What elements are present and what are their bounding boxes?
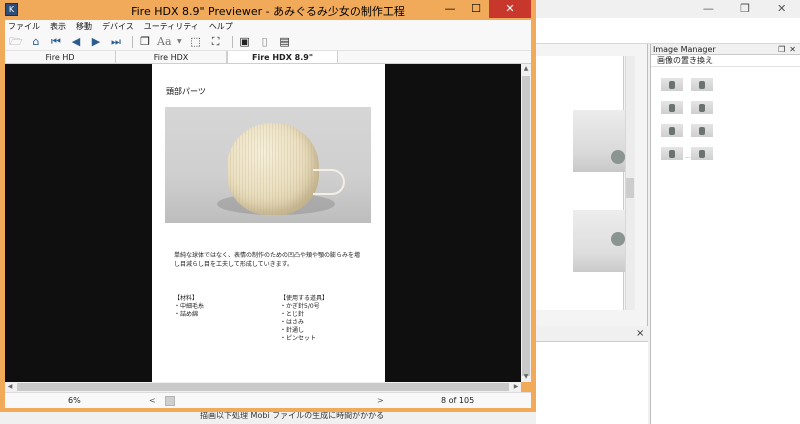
fit-page-icon[interactable]: ⬚ bbox=[188, 35, 204, 49]
restore-icon[interactable]: ❐ bbox=[778, 45, 789, 54]
device-tabs: Fire HD Fire HDX Fire HDX 8.9" bbox=[5, 51, 531, 64]
menu-go[interactable]: 移動 bbox=[76, 21, 92, 32]
scroll-down-icon[interactable]: ▼ bbox=[522, 373, 530, 381]
page-slider-thumb[interactable] bbox=[165, 396, 175, 406]
background-toolbar bbox=[536, 18, 800, 44]
chevron-down-icon[interactable]: ▼ bbox=[177, 38, 182, 45]
page-icon[interactable]: ▯ bbox=[257, 35, 273, 49]
panel-close-icon[interactable]: × bbox=[636, 328, 644, 339]
paragraph-line: し目減らし目を工夫して形成していきます。 bbox=[174, 261, 294, 268]
image-thumbnail[interactable] bbox=[691, 147, 713, 160]
list-item: ・詰め綿 bbox=[174, 311, 199, 318]
image-thumbnail[interactable] bbox=[661, 101, 683, 114]
page-next-button[interactable]: > bbox=[377, 396, 384, 405]
horizontal-scrollbar[interactable]: ◀ ▶ bbox=[5, 382, 521, 392]
next-page-icon[interactable]: ▶ bbox=[88, 35, 104, 49]
maximize-icon[interactable]: ☐ bbox=[463, 0, 489, 18]
open-folder-icon[interactable]: 🗁 bbox=[8, 35, 24, 49]
close-icon[interactable]: ✕ bbox=[489, 0, 531, 18]
toolbar-separator bbox=[231, 35, 233, 48]
status-bar: 6% < > 8 of 105 bbox=[5, 392, 531, 408]
image-manager-titlebar: Image Manager ❐✕ bbox=[651, 44, 800, 55]
close-icon[interactable]: ✕ bbox=[789, 45, 800, 54]
scroll-left-icon[interactable]: ◀ bbox=[5, 382, 15, 392]
copy-icon[interactable]: ❐ bbox=[137, 35, 153, 49]
vertical-scroll-thumb[interactable] bbox=[522, 76, 530, 376]
font-size-icon[interactable]: Aa bbox=[157, 35, 175, 48]
toolbar-separator bbox=[132, 35, 133, 48]
tab-fire-hd[interactable]: Fire HD bbox=[5, 51, 116, 63]
list-item: ・ピンセット bbox=[280, 335, 317, 342]
zoom-level: 6% bbox=[68, 396, 81, 405]
window-controls: — ☐ ✕ bbox=[437, 0, 531, 18]
list-item: ・とじ針 bbox=[280, 311, 305, 318]
amigurumi-head-photo bbox=[165, 107, 371, 223]
image-manager-panel: Image Manager ❐✕ 画像の置き換え ··· bbox=[650, 44, 800, 424]
background-photo bbox=[573, 210, 625, 272]
horizontal-scroll-thumb[interactable] bbox=[17, 383, 509, 391]
scroll-right-icon[interactable]: ▶ bbox=[511, 382, 521, 392]
background-photo bbox=[573, 110, 625, 172]
fullscreen-icon[interactable]: ⛶ bbox=[208, 35, 224, 49]
page-prev-button[interactable]: < bbox=[149, 396, 156, 405]
list-item: ・かぎ針5/0号 bbox=[280, 303, 320, 310]
book-page: 頭部パーツ 単純な球体ではなく、表情の制作のための凹凸や頬や顎の膨らみを増 し目… bbox=[152, 64, 385, 382]
tab-fire-hdx-8-9[interactable]: Fire HDX 8.9" bbox=[227, 51, 338, 63]
image-thumbnail[interactable] bbox=[691, 124, 713, 137]
previous-page-icon[interactable]: ◀ bbox=[68, 35, 84, 49]
paragraph-line: 単純な球体ではなく、表情の制作のための凹凸や頬や顎の膨らみを増 bbox=[174, 252, 361, 259]
crochet-texture bbox=[227, 123, 319, 215]
tools-heading: 【使用する道具】 bbox=[280, 295, 329, 302]
list-item: ・針通し bbox=[280, 327, 305, 334]
minimize-icon[interactable]: — bbox=[690, 0, 727, 18]
menu-file[interactable]: ファイル bbox=[8, 21, 40, 32]
title-bar[interactable]: K Fire HDX 8.9" Previewer - あみぐるみ少女の制作工程… bbox=[0, 0, 536, 20]
menu-utility[interactable]: ユーティリティ bbox=[144, 21, 199, 32]
close-icon[interactable]: ✕ bbox=[763, 0, 800, 18]
image-manager-title: Image Manager bbox=[653, 45, 716, 54]
tab-fire-hdx[interactable]: Fire HDX bbox=[116, 51, 227, 63]
last-page-icon[interactable]: ⏭ bbox=[108, 35, 124, 49]
minimize-icon[interactable]: — bbox=[437, 0, 463, 18]
image-thumbnails bbox=[661, 78, 741, 160]
materials-heading: 【材料】 bbox=[174, 295, 199, 302]
image-thumbnail[interactable] bbox=[691, 101, 713, 114]
toolbar: 🗁 ⌂ ⏮ ◀ ▶ ⏭ ❐ Aa ▼ ⬚ ⛶ ▣ ▯ ▤ bbox=[5, 33, 531, 51]
portrait-icon[interactable]: ▣ bbox=[237, 35, 253, 49]
background-lower-panel-header bbox=[536, 326, 648, 342]
menu-help[interactable]: ヘルプ bbox=[209, 21, 233, 32]
scroll-up-icon[interactable]: ▲ bbox=[522, 65, 530, 73]
home-icon[interactable]: ⌂ bbox=[28, 35, 44, 49]
page-heading: 頭部パーツ bbox=[166, 87, 206, 96]
previewer-window: K Fire HDX 8.9" Previewer - あみぐるみ少女の制作工程… bbox=[0, 0, 536, 412]
page-paragraph: 単純な球体ではなく、表情の制作のための凹凸や頬や顎の膨らみを増 し目減らし目を工… bbox=[174, 251, 372, 269]
menu-view[interactable]: 表示 bbox=[50, 21, 66, 32]
list-item: ・中細毛糸 bbox=[174, 303, 205, 310]
more-indicator: ··· bbox=[685, 155, 691, 162]
preview-viewport[interactable]: 頭部パーツ 単純な球体ではなく、表情の制作のための凹凸や頬や顎の膨らみを増 し目… bbox=[5, 64, 521, 382]
image-thumbnail[interactable] bbox=[661, 124, 683, 137]
tools-list: 【使用する道具】 ・かぎ針5/0号 ・とじ針 ・はさみ ・針通し ・ピンセット bbox=[280, 295, 370, 343]
background-window-controls: — ❐ ✕ bbox=[690, 0, 800, 18]
page-indicator: 8 of 105 bbox=[441, 396, 475, 405]
menu-bar: ファイル 表示 移動 デバイス ユーティリティ ヘルプ bbox=[5, 20, 531, 33]
image-thumbnail[interactable] bbox=[661, 78, 683, 91]
list-item: ・はさみ bbox=[280, 319, 305, 326]
maximize-icon[interactable]: ❐ bbox=[727, 0, 764, 18]
first-page-icon[interactable]: ⏮ bbox=[48, 35, 64, 49]
document-icon[interactable]: ▤ bbox=[277, 35, 293, 49]
yarn-strand bbox=[313, 169, 345, 195]
menu-device[interactable]: デバイス bbox=[102, 21, 134, 32]
image-thumbnail[interactable] bbox=[661, 147, 683, 160]
image-manager-tab[interactable]: 画像の置き換え bbox=[651, 55, 800, 67]
image-thumbnail[interactable] bbox=[691, 78, 713, 91]
vertical-scrollbar[interactable]: ▲ ▼ bbox=[521, 64, 531, 382]
background-scroll-thumb[interactable] bbox=[626, 178, 634, 198]
materials-list: 【材料】 ・中細毛糸 ・詰め綿 bbox=[174, 295, 264, 319]
